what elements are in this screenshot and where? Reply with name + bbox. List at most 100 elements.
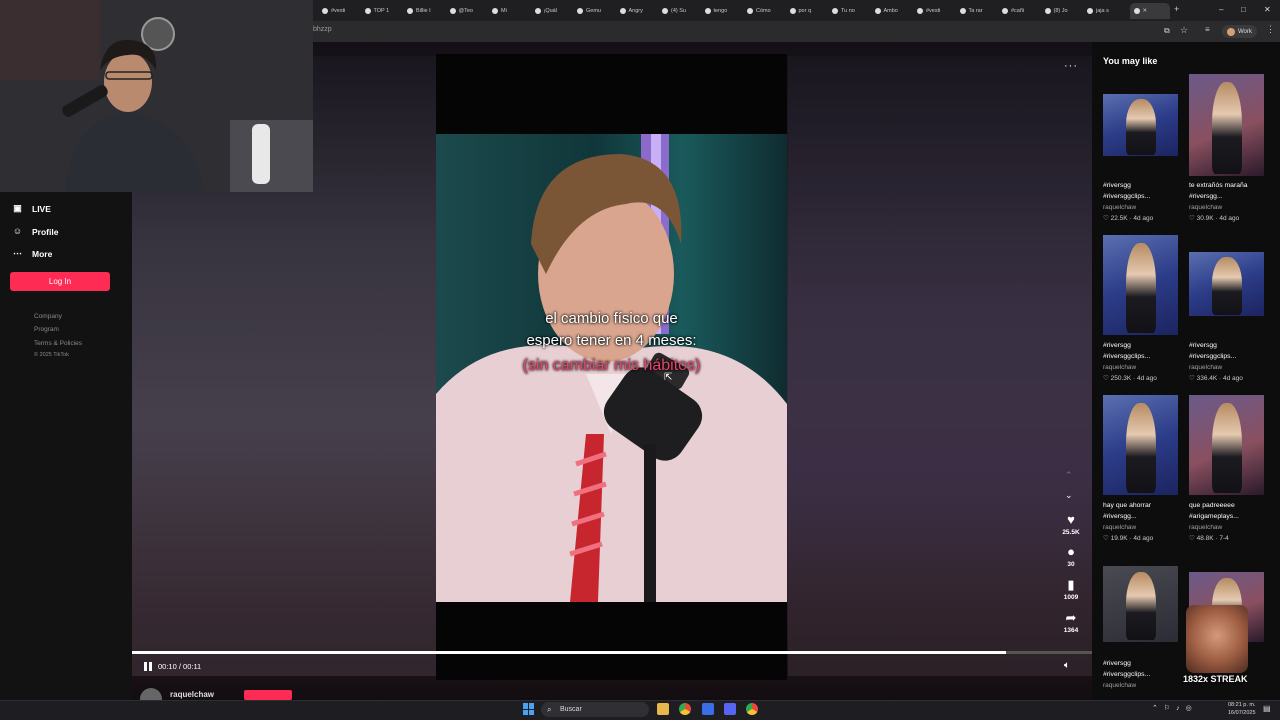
- profile-chip[interactable]: Work: [1222, 25, 1257, 38]
- caption-line-2: espero tener en 4 meses:: [526, 332, 697, 349]
- recommendation-author[interactable]: raquelchaw: [1189, 524, 1222, 531]
- browser-tab[interactable]: Gemu: [577, 3, 616, 19]
- footer-link-terms[interactable]: Terms & Policies: [34, 340, 82, 347]
- address-text[interactable]: bhzzp: [313, 26, 332, 33]
- tab-title: TOP 1: [373, 8, 390, 14]
- recommendation-thumbnail[interactable]: [1189, 74, 1264, 176]
- live-icon: ▣: [13, 203, 22, 213]
- recommendation-author[interactable]: raquelchaw: [1189, 204, 1222, 211]
- tab-favicon-icon: [322, 8, 328, 14]
- recommendation-author[interactable]: raquelchaw: [1103, 524, 1136, 531]
- login-button[interactable]: Log In: [10, 272, 110, 291]
- browser-tab[interactable]: Ta rar: [959, 3, 999, 19]
- scroll-up-icon[interactable]: ⌃: [1065, 470, 1073, 481]
- share-count: 1364: [1063, 627, 1079, 634]
- video-frame[interactable]: el cambio físico que espero tener en 4 m…: [436, 54, 787, 680]
- recommendation-thumbnail[interactable]: [1189, 252, 1264, 316]
- maximize-button[interactable]: □: [1241, 5, 1246, 14]
- address-bar[interactable]: [300, 21, 1280, 42]
- recommendation-thumbnail[interactable]: [1103, 566, 1178, 642]
- tab-favicon-icon: [449, 8, 456, 14]
- thumbnail-person-image: [1125, 243, 1156, 333]
- recommendation-author[interactable]: raquelchaw: [1189, 364, 1222, 371]
- like-button[interactable]: ♥ 25.5K: [1056, 513, 1086, 537]
- taskbar-clock[interactable]: 08:21 p. m. 16/07/2025: [1228, 701, 1256, 717]
- save-count: 1009: [1063, 594, 1079, 601]
- share-button[interactable]: ➦ 1364: [1056, 611, 1086, 635]
- tab-title: @Teo: [458, 8, 473, 14]
- start-windows-icon[interactable]: [523, 703, 535, 715]
- notifications-icon[interactable]: ▤: [1263, 704, 1271, 713]
- follow-button[interactable]: [244, 690, 292, 700]
- recommendation-thumbnail[interactable]: [1103, 395, 1178, 495]
- sidebar-item-label: More: [32, 248, 53, 259]
- recommendation-author[interactable]: raquelchaw: [1103, 204, 1136, 211]
- browser-tab[interactable]: Ambo: [874, 3, 914, 19]
- minimize-button[interactable]: –: [1219, 5, 1223, 14]
- browser-tab[interactable]: tengo: [704, 3, 744, 19]
- browser-tab[interactable]: #vesti: [917, 3, 956, 19]
- footer-link-program[interactable]: Program: [34, 326, 59, 333]
- recommendation-author[interactable]: raquelchaw: [1103, 364, 1136, 371]
- progress-bar[interactable]: [132, 651, 1092, 654]
- thumbnail-person-image: [1125, 403, 1156, 493]
- browser-tab[interactable]: @Teo: [449, 3, 489, 19]
- browser-menu-icon[interactable]: ⋮: [1266, 24, 1275, 35]
- browser-tab[interactable]: #cañi: [1002, 3, 1041, 19]
- new-tab-button[interactable]: +: [1174, 4, 1179, 14]
- comment-icon: ●: [1067, 544, 1075, 559]
- tab-favicon-icon: [1087, 8, 1093, 14]
- browser-tab[interactable]: (8) Jo: [1044, 3, 1084, 19]
- recommendation-thumbnail[interactable]: [1189, 395, 1264, 495]
- caption-line-3: (sin cambiar mis hábitos): [522, 357, 701, 374]
- tab-title: Ta rar: [968, 8, 983, 14]
- recommendation-stats: ♡ 19.9K · 4d ago: [1103, 535, 1154, 542]
- browser-tab[interactable]: Billie I: [407, 3, 446, 19]
- sidebar-item-more[interactable]: ⋯ More: [12, 248, 52, 259]
- taskbar-search[interactable]: ⌕ Buscar: [541, 702, 649, 717]
- browser-tab[interactable]: Mi: [492, 3, 531, 19]
- close-tab-icon[interactable]: ✕: [1143, 8, 1148, 14]
- chrome-active-icon[interactable]: [746, 703, 758, 715]
- browser-tab[interactable]: TOP 1: [364, 3, 404, 19]
- mouse-cursor-icon: ⇱: [664, 372, 673, 383]
- recommendation-thumbnail[interactable]: [1103, 94, 1178, 156]
- recommendation-author[interactable]: raquelchaw: [1103, 682, 1136, 689]
- extensions-icon[interactable]: ≡: [1205, 25, 1210, 34]
- pause-button[interactable]: [143, 661, 153, 672]
- recommendation-stats: ♡ 30.9K · 4d ago: [1189, 215, 1240, 222]
- browser-tab[interactable]: por q: [789, 3, 829, 19]
- file-explorer-icon[interactable]: [657, 703, 669, 715]
- chrome-icon[interactable]: [679, 703, 691, 715]
- tab-title: #cañi: [1011, 8, 1025, 14]
- close-window-button[interactable]: ✕: [1264, 5, 1271, 14]
- sidebar-item-live[interactable]: ▣ LIVE: [12, 203, 51, 214]
- discord-icon[interactable]: [724, 703, 736, 715]
- sidebar-item-profile[interactable]: ☺ Profile: [12, 226, 59, 237]
- browser-tab[interactable]: Angry: [619, 3, 659, 19]
- footer-link-company[interactable]: Company: [34, 313, 62, 320]
- save-button[interactable]: ▮ 1009: [1056, 578, 1086, 602]
- browser-tab[interactable]: jaja s: [1087, 3, 1126, 19]
- browser-tab[interactable]: Tu no: [832, 3, 871, 19]
- scroll-down-icon[interactable]: ⌄: [1065, 490, 1073, 501]
- comment-button[interactable]: ● 30: [1056, 544, 1086, 569]
- active-browser-tab[interactable]: ✕: [1129, 3, 1170, 19]
- creator-username[interactable]: raquelchaw: [170, 690, 214, 699]
- browser-tab[interactable]: ¡Quál: [534, 3, 574, 19]
- tab-title: Angry: [628, 8, 643, 14]
- browser-tab[interactable]: (4) Su: [662, 3, 701, 19]
- bookmark-star-icon[interactable]: ☆: [1180, 25, 1188, 36]
- browser-tab[interactable]: Cómo: [747, 3, 786, 19]
- search-icon: ⌕: [547, 705, 552, 714]
- recommendation-caption: #riversgg: [1103, 342, 1131, 349]
- app-icon[interactable]: [702, 703, 714, 715]
- volume-icon[interactable]: 🔈︎: [1064, 660, 1070, 671]
- video-more-options-button[interactable]: ···: [1064, 60, 1078, 72]
- recommendation-thumbnail[interactable]: [1103, 235, 1178, 335]
- system-tray-icons[interactable]: ⌃⚐♪◎: [1152, 704, 1198, 712]
- tab-favicon-icon: [704, 8, 711, 14]
- install-icon[interactable]: ⧉: [1164, 26, 1170, 36]
- browser-tab[interactable]: #vesti: [322, 3, 361, 19]
- tab-title: por q: [798, 8, 812, 14]
